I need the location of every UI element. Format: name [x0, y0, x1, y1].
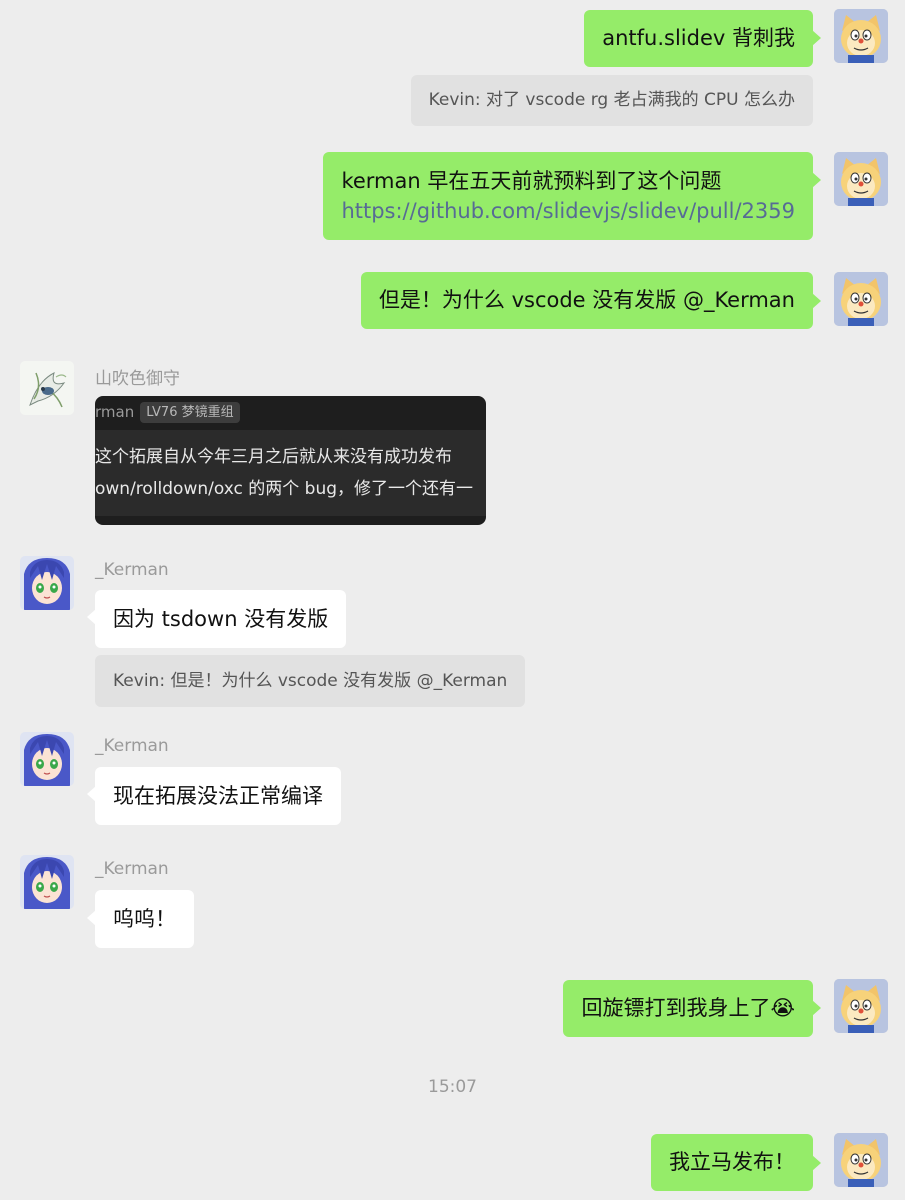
sender-name: _Kerman: [95, 736, 169, 756]
yamabuki-avatar-icon[interactable]: [20, 361, 74, 415]
self-message-bubble[interactable]: kerman 早在五天前就预料到了这个问题 https://github.com…: [323, 152, 813, 240]
self-avatar-icon[interactable]: [834, 272, 888, 326]
message-text: kerman 早在五天前就预料到了这个问题: [341, 169, 722, 193]
message-text: 回旋镖打到我身上了😭: [581, 996, 795, 1020]
bubble-tail: [812, 30, 821, 46]
image-message[interactable]: rman LV76 梦镜重组 这个拓展自从今年三月之后就从来没有成功发布 own/…: [95, 396, 486, 525]
message-text: 现在拓展没法正常编译: [113, 784, 323, 808]
quoted-reply[interactable]: Kevin: 但是！为什么 vscode 没有发版 @_Kerman: [95, 655, 526, 707]
timestamp: 15:07: [428, 1077, 477, 1097]
screenshot-body: 这个拓展自从今年三月之后就从来没有成功发布 own/rolldown/oxc 的…: [95, 430, 486, 516]
message-text: 但是！为什么 vscode 没有发版 @_Kerman: [378, 288, 795, 312]
sender-name: _Kerman: [95, 560, 169, 580]
self-avatar-icon[interactable]: [834, 152, 888, 206]
self-avatar-icon[interactable]: [834, 9, 888, 63]
quote-text: Kevin: 对了 vscode rg 老占满我的 CPU 怎么办: [428, 90, 795, 110]
bubble-tail: [812, 172, 821, 188]
self-avatar-icon[interactable]: [834, 1133, 888, 1187]
screenshot-line: 这个拓展自从今年三月之后就从来没有成功发布: [95, 447, 452, 467]
other-message-bubble[interactable]: 现在拓展没法正常编译: [95, 767, 341, 825]
message-link[interactable]: https://github.com/slidevjs/slidev/pull/…: [341, 196, 795, 226]
sender-name: _Kerman: [95, 859, 169, 879]
self-avatar-icon[interactable]: [834, 979, 888, 1033]
bubble-tail: [812, 1000, 821, 1016]
screenshot-line: own/rolldown/oxc 的两个 bug，修了一个还有一: [95, 479, 474, 499]
quoted-reply[interactable]: Kevin: 对了 vscode rg 老占满我的 CPU 怎么办: [410, 75, 813, 126]
kerman-avatar-icon[interactable]: [20, 732, 74, 786]
kerman-avatar-icon[interactable]: [20, 855, 74, 909]
quote-text: Kevin: 但是！为什么 vscode 没有发版 @_Kerman: [113, 671, 508, 691]
self-message-bubble[interactable]: antfu.slidev 背刺我: [584, 10, 813, 67]
screenshot-user: rman: [95, 403, 135, 421]
screenshot-header: rman LV76 梦镜重组: [95, 402, 240, 426]
other-message-bubble[interactable]: 呜呜！: [95, 890, 194, 948]
bubble-tail: [812, 1155, 821, 1171]
message-text: 我立马发布！: [669, 1150, 795, 1174]
message-text: antfu.slidev 背刺我: [602, 26, 795, 50]
bubble-tail: [812, 293, 821, 309]
self-message-bubble[interactable]: 但是！为什么 vscode 没有发版 @_Kerman: [360, 272, 813, 329]
level-badge: LV76 梦镜重组: [140, 402, 240, 423]
kerman-avatar-icon[interactable]: [20, 556, 74, 610]
message-text: 因为 tsdown 没有发版: [113, 607, 329, 631]
self-message-bubble[interactable]: 回旋镖打到我身上了😭: [563, 980, 813, 1037]
self-message-bubble[interactable]: 我立马发布！: [651, 1134, 813, 1191]
other-message-bubble[interactable]: 因为 tsdown 没有发版: [95, 590, 347, 648]
sender-name: 山吹色御守: [95, 369, 180, 389]
message-text: 呜呜！: [113, 907, 176, 931]
